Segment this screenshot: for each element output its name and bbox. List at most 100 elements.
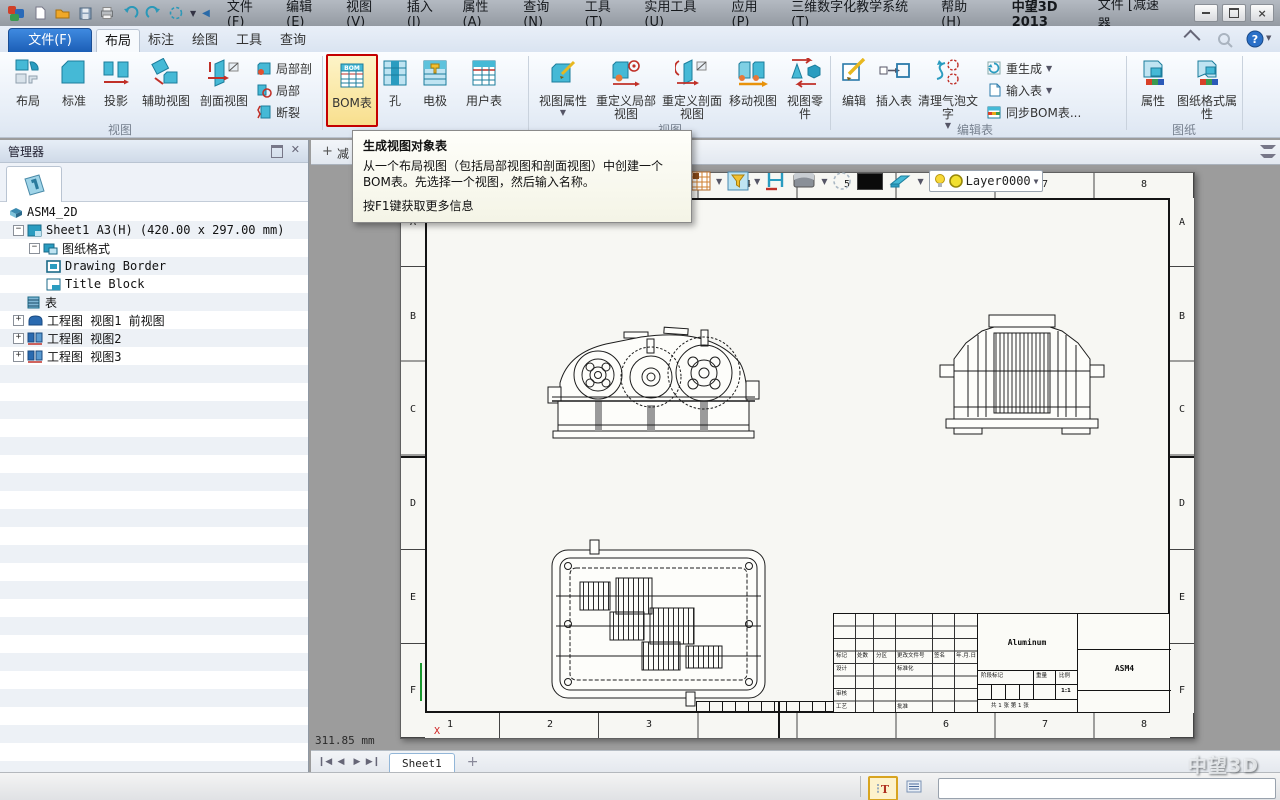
ribbon-button-break[interactable]: 断裂 <box>256 102 300 122</box>
prev-sheet-button[interactable]: ◀ <box>333 754 349 770</box>
ribbon-button-properties[interactable]: 属性 <box>1132 54 1174 124</box>
redo-icon[interactable] <box>145 6 162 21</box>
ribbon-button-view-attributes[interactable]: 视图属性 ▼ <box>534 54 592 124</box>
undo-icon[interactable] <box>122 6 139 21</box>
qat-dropdown-icon[interactable]: ▼ <box>190 9 196 18</box>
new-document-tab[interactable]: + <box>322 144 333 159</box>
next-sheet-button[interactable]: ▶ <box>349 754 365 770</box>
dropdown-arrow-icon[interactable]: ▼ <box>534 108 592 117</box>
first-sheet-button[interactable]: ❙◀ <box>317 754 333 770</box>
regen-circle-icon[interactable] <box>168 5 184 21</box>
tree-item-sheet-format[interactable]: − 图纸格式 <box>0 239 308 257</box>
dropdown-arrow-icon[interactable]: ▼ <box>1034 177 1039 186</box>
eraser-icon[interactable] <box>888 172 912 190</box>
ribbon-button-projection[interactable]: 投影 <box>96 54 136 124</box>
manager-tab-drawing[interactable] <box>6 166 62 202</box>
add-sheet-button[interactable]: + <box>467 754 479 770</box>
dropdown-arrow-icon[interactable]: ▼ <box>716 177 722 186</box>
ribbon-button-layout[interactable]: 布局 <box>6 54 50 124</box>
expand-toolbar-chevron-icon[interactable] <box>1260 145 1272 162</box>
zone-letter: F <box>1174 685 1190 696</box>
collapse-icon[interactable]: − <box>13 225 24 236</box>
expand-icon[interactable]: + <box>13 351 24 362</box>
ribbon-button-input-table[interactable]: 输入表▼ <box>986 80 1052 100</box>
ribbon-button-sheet-format-properties[interactable]: 图纸格式属性 <box>1176 54 1238 124</box>
sheet-tab-active[interactable]: Sheet1 <box>389 753 455 773</box>
tree-item-drawing-border[interactable]: Drawing Border <box>0 257 308 275</box>
dropdown-arrow-icon[interactable]: ▼ <box>1046 64 1052 73</box>
ribbon-button-bom-table[interactable]: BOM BOM表 <box>326 54 378 127</box>
collapse-icon[interactable]: − <box>29 243 40 254</box>
ribbon-button-local-section[interactable]: 局部剖 <box>256 58 312 78</box>
dropdown-arrow-icon[interactable]: ▼ <box>754 177 760 186</box>
close-button[interactable]: × <box>1250 4 1274 22</box>
close-panel-icon[interactable]: ✕ <box>291 145 300 158</box>
document-tab[interactable]: 减 <box>337 145 349 162</box>
tree-item-view2[interactable]: + 工程图 视图2 <box>0 329 308 347</box>
restore-button[interactable] <box>1222 4 1246 22</box>
pattern-display-icon[interactable] <box>691 171 711 191</box>
text-style-toggle[interactable]: T <box>868 776 898 800</box>
ribbon-button-insert-table[interactable]: 插入表 <box>874 54 914 124</box>
ribbon-button-view-part[interactable]: 视图零件 <box>782 54 828 124</box>
top-view-drawing[interactable] <box>546 538 771 708</box>
open-file-icon[interactable] <box>54 5 71 21</box>
help-dropdown-icon[interactable]: ▼ <box>1266 34 1271 42</box>
ribbon-button-hole-table[interactable]: 孔 <box>378 54 412 124</box>
ribbon-button-user-table[interactable]: 用户表 <box>458 54 510 124</box>
ribbon-button-standard[interactable]: 标准 <box>54 54 94 124</box>
print-icon[interactable] <box>99 5 116 21</box>
ribbon-button-local[interactable]: 局部 <box>256 80 300 100</box>
list-toggle[interactable] <box>901 776 927 797</box>
tree-item-table[interactable]: 表 <box>0 293 308 311</box>
app-logo-icon[interactable] <box>6 3 26 23</box>
ribbon-button-section-view[interactable]: 剖面视图 <box>196 54 252 124</box>
ribbon-button-clean-bubble[interactable]: 清理气泡文字 ▼ <box>916 54 980 124</box>
filter-display-icon[interactable] <box>727 171 749 191</box>
new-file-icon[interactable] <box>32 5 48 21</box>
front-view-drawing[interactable] <box>546 313 761 443</box>
ribbon-button-move-view[interactable]: 移动视图 <box>726 54 780 124</box>
tree-item-view3[interactable]: + 工程图 视图3 <box>0 347 308 365</box>
expand-icon[interactable]: + <box>13 333 24 344</box>
ribbon-button-auxiliary-view[interactable]: 辅助视图 <box>138 54 194 124</box>
align-tool-icon[interactable] <box>765 171 787 191</box>
drawing-viewport[interactable]: + 减 1 2 3 4 5 6 7 8 1 2 3 <box>311 140 1280 750</box>
drawing-sheet[interactable]: 1 2 3 4 5 6 7 8 1 2 3 6 7 8 A B C D E F … <box>400 172 1195 739</box>
tab-annotation[interactable]: 标注 <box>140 29 182 52</box>
tab-tools[interactable]: 工具 <box>228 29 270 52</box>
ribbon-button-edit[interactable]: 编辑 <box>836 54 872 124</box>
selection-set-icon[interactable] <box>832 171 852 191</box>
ribbon-button-regen[interactable]: 重生成▼ <box>986 58 1052 78</box>
tab-inquire[interactable]: 查询 <box>272 29 314 52</box>
tab-layout[interactable]: 布局 <box>96 29 140 53</box>
tree-item-title-block[interactable]: Title Block <box>0 275 308 293</box>
color-swatch[interactable] <box>857 173 883 190</box>
dropdown-arrow-icon[interactable]: ▼ <box>821 177 827 186</box>
help-icon[interactable]: ? <box>1246 30 1264 48</box>
command-input[interactable] <box>938 778 1276 799</box>
float-panel-icon[interactable] <box>271 145 283 158</box>
dropdown-arrow-icon[interactable]: ▼ <box>1046 86 1052 95</box>
ribbon-button-electrode-table[interactable]: 电极 <box>414 54 456 124</box>
dropdown-arrow-icon[interactable]: ▼ <box>917 177 923 186</box>
collapse-ribbon-icon[interactable] <box>1184 30 1201 47</box>
minimize-button[interactable] <box>1194 4 1218 22</box>
ribbon-button-redefine-section-view[interactable]: 重定义剖面视图 <box>660 54 724 124</box>
layer-combo[interactable]: Layer0000 ▼ <box>929 170 1044 192</box>
last-sheet-button[interactable]: ▶❙ <box>365 754 381 770</box>
side-view-drawing[interactable] <box>934 307 1109 439</box>
tab-drawing[interactable]: 绘图 <box>184 29 226 52</box>
tree-item-sheet1[interactable]: − Sheet1 A3(H) (420.00 x 297.00 mm) <box>0 221 308 239</box>
ribbon-button-sync-bom[interactable]: 同步BOM表... <box>986 102 1081 122</box>
save-icon[interactable] <box>77 5 93 21</box>
tree-item-view1[interactable]: + 工程图 视图1 前视图 <box>0 311 308 329</box>
tb-text: 重量 <box>1036 674 1047 680</box>
ribbon-button-redefine-local-view[interactable]: 重定义局部视图 <box>594 54 658 124</box>
tab-file[interactable]: 文件(F) <box>8 28 92 54</box>
search-icon[interactable] <box>1216 31 1234 49</box>
display-mode-icon[interactable] <box>792 171 816 191</box>
qat-collapse-icon[interactable]: ◀ <box>202 8 210 19</box>
expand-icon[interactable]: + <box>13 315 24 326</box>
tree-item-root[interactable]: ASM4_2D <box>0 203 308 221</box>
